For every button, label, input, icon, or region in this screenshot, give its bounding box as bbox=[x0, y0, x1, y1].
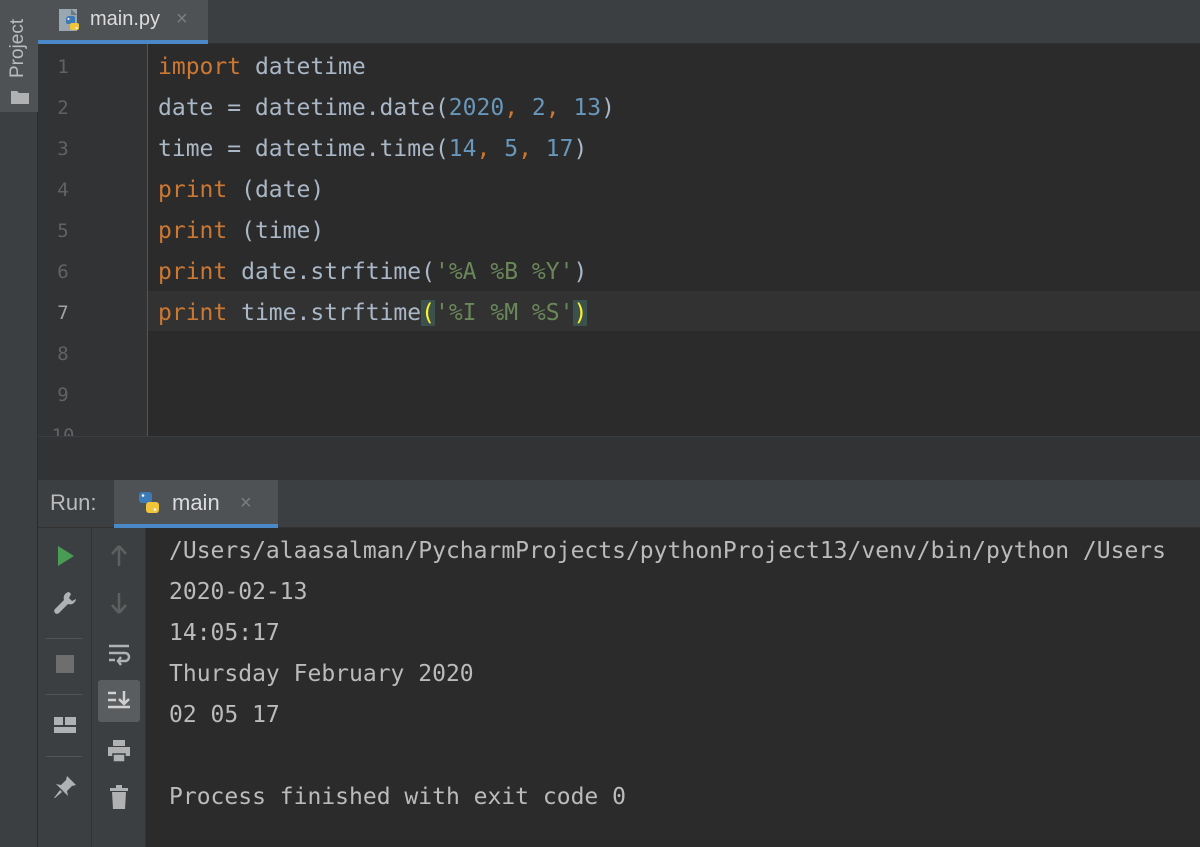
code-line: print (time) bbox=[158, 211, 324, 251]
console-output[interactable]: /Users/alaasalman/PycharmProjects/python… bbox=[146, 528, 1200, 847]
code-token: 2020 bbox=[448, 95, 505, 121]
code-token: , bbox=[476, 136, 505, 162]
code-token: , bbox=[504, 95, 532, 121]
project-tool-window-button[interactable]: Project bbox=[0, 0, 38, 112]
code-token: ) bbox=[573, 136, 588, 162]
line-number: 7 bbox=[57, 302, 69, 324]
arrow-up-icon[interactable] bbox=[106, 543, 132, 569]
python-file-icon bbox=[59, 9, 79, 31]
code-token: print bbox=[158, 300, 228, 326]
python-logo-icon bbox=[139, 492, 159, 513]
code-token: 13 bbox=[573, 95, 602, 121]
code-editor[interactable]: import datetime date = datetime.date(2020… bbox=[148, 44, 1200, 436]
code-token: datetime bbox=[241, 54, 366, 80]
line-number: 6 bbox=[57, 261, 69, 283]
code-token: '%I %M %S' bbox=[434, 300, 574, 326]
code-token: date = datetime.date( bbox=[158, 95, 449, 121]
run-tab-main[interactable]: main × bbox=[114, 480, 278, 528]
console-line: /Users/alaasalman/PycharmProjects/python… bbox=[169, 538, 1166, 564]
code-token: print bbox=[158, 259, 228, 285]
run-tab-label[interactable]: main bbox=[172, 490, 220, 516]
arrow-down-icon[interactable] bbox=[106, 590, 132, 616]
scroll-to-end-icon[interactable] bbox=[106, 688, 132, 714]
line-number: 1 bbox=[57, 56, 69, 78]
stop-icon[interactable] bbox=[52, 651, 78, 677]
code-token: , bbox=[518, 136, 546, 162]
run-panel-header: Run: main × bbox=[38, 480, 1200, 528]
console-line: 14:05:17 bbox=[169, 620, 280, 646]
code-line: time = datetime.time(14, 5, 17) bbox=[158, 129, 587, 169]
run-toolbar-primary bbox=[38, 528, 92, 847]
layout-icon[interactable] bbox=[52, 712, 78, 738]
folder-icon bbox=[11, 91, 29, 104]
project-tool-label[interactable]: Project bbox=[7, 19, 29, 78]
code-token: 5 bbox=[504, 136, 519, 162]
code-line: print (date) bbox=[158, 170, 324, 210]
line-number: 4 bbox=[57, 179, 69, 201]
code-token: time = datetime.time( bbox=[158, 136, 449, 162]
code-token: import bbox=[158, 54, 242, 80]
rerun-play-icon[interactable] bbox=[52, 543, 78, 569]
editor-tab-bar: main.py × bbox=[38, 0, 1200, 44]
code-token: ) bbox=[573, 259, 588, 285]
code-line: print time.strftime('%I %M %S') bbox=[158, 293, 588, 333]
tab-close-icon[interactable]: × bbox=[176, 8, 188, 31]
line-number: 8 bbox=[57, 343, 69, 365]
print-icon[interactable] bbox=[106, 738, 132, 764]
toolbar-separator bbox=[46, 638, 82, 639]
line-number: 10 bbox=[51, 425, 75, 436]
console-line: Process finished with exit code 0 bbox=[169, 784, 626, 810]
code-token: (date) bbox=[227, 177, 325, 203]
code-token: 17 bbox=[545, 136, 574, 162]
line-number: 3 bbox=[57, 138, 69, 160]
code-token: 14 bbox=[448, 136, 477, 162]
pin-icon[interactable] bbox=[52, 774, 78, 800]
editor-gutter: 1 2 3 4 5 6 7 8 9 10 bbox=[38, 44, 148, 436]
code-token: ) bbox=[601, 95, 616, 121]
toolbar-separator bbox=[46, 756, 82, 757]
toolbar-separator bbox=[46, 694, 82, 695]
editor-bottom-bar bbox=[38, 436, 1200, 480]
line-number: 2 bbox=[57, 97, 69, 119]
wrench-icon[interactable] bbox=[52, 590, 78, 616]
code-token: , bbox=[545, 95, 574, 121]
left-tool-strip: Project bbox=[0, 0, 38, 847]
console-line: Thursday February 2020 bbox=[169, 661, 474, 687]
code-token: print bbox=[158, 218, 228, 244]
trash-icon[interactable] bbox=[106, 784, 132, 810]
code-token: time.strftime bbox=[227, 300, 422, 326]
code-token: (time) bbox=[227, 218, 325, 244]
line-number: 5 bbox=[57, 220, 69, 242]
code-token: 2 bbox=[531, 95, 546, 121]
run-panel-label: Run: bbox=[50, 490, 97, 515]
code-token: '%A %B %Y' bbox=[434, 259, 574, 285]
run-toolbar-secondary bbox=[92, 528, 146, 847]
code-line: print date.strftime('%A %B %Y') bbox=[158, 252, 587, 292]
run-tab-close-icon[interactable]: × bbox=[240, 492, 252, 515]
code-token: date.strftime( bbox=[227, 259, 435, 285]
code-token: print bbox=[158, 177, 228, 203]
tab-label[interactable]: main.py bbox=[90, 8, 160, 31]
code-line: import datetime bbox=[158, 47, 366, 87]
soft-wrap-icon[interactable] bbox=[106, 641, 132, 667]
code-token: ) bbox=[573, 300, 588, 326]
tab-main-py[interactable]: main.py × bbox=[38, 0, 208, 44]
code-token: ( bbox=[421, 300, 435, 326]
console-line: 2020-02-13 bbox=[169, 579, 308, 605]
line-number: 9 bbox=[57, 384, 69, 406]
code-line: date = datetime.date(2020, 2, 13) bbox=[158, 88, 615, 128]
console-line: 02 05 17 bbox=[169, 702, 280, 728]
